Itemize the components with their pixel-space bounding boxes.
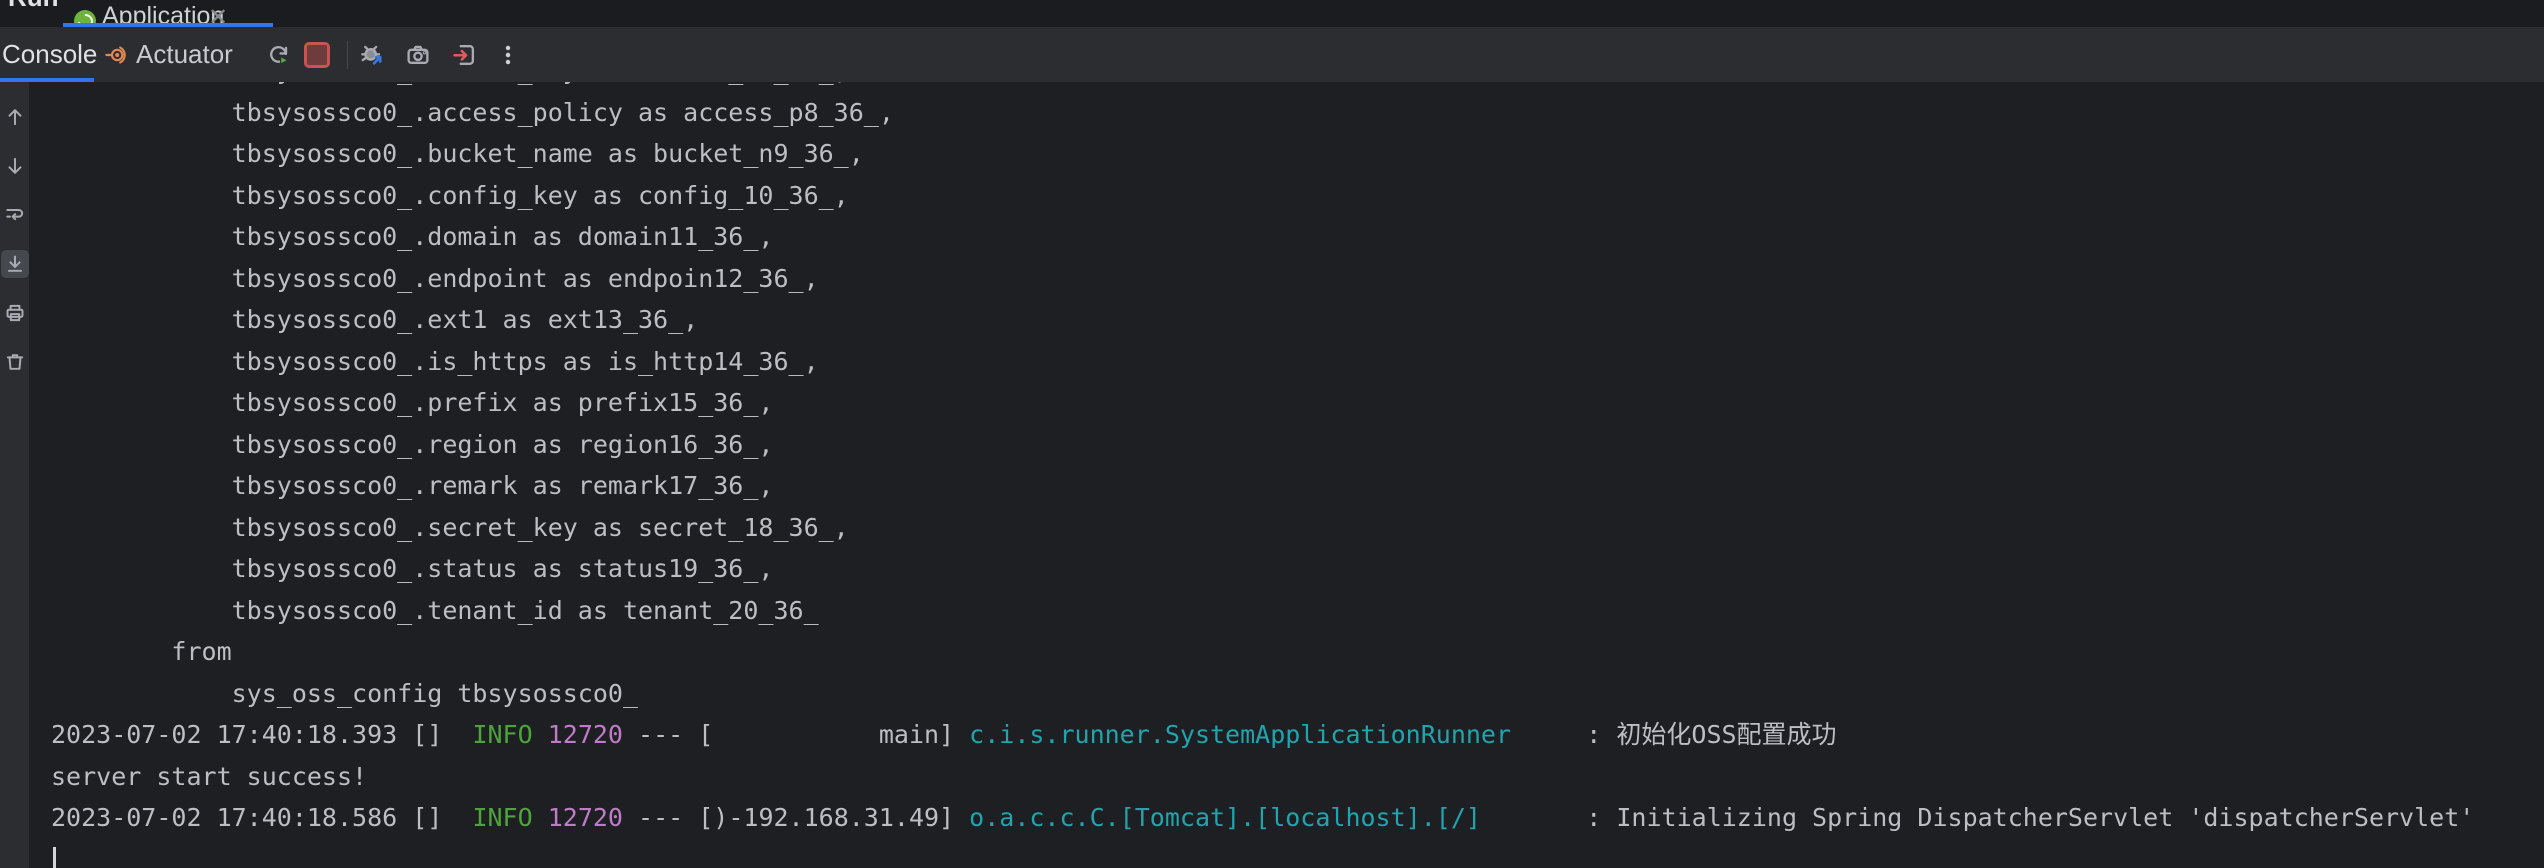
- more-options-icon: [495, 42, 521, 68]
- console-line: sys_oss_config tbsysossco0_: [51, 673, 2544, 715]
- rerun-icon: [266, 42, 292, 68]
- console-line: server start success!: [51, 756, 2544, 798]
- clear-all-icon: [4, 351, 26, 373]
- clear-all-button[interactable]: [1, 348, 29, 376]
- console-line: tbsysossco0_.remark as remark17_36_,: [51, 465, 2544, 507]
- console-line: tbsysossco0_.bucket_name as bucket_n9_36…: [51, 133, 2544, 175]
- rerun-button[interactable]: [263, 39, 295, 71]
- console-line: tbsysossco0_.access_key as access_k7_36_…: [51, 82, 2544, 92]
- scroll-to-end-icon: [4, 253, 26, 275]
- run-tab-application[interactable]: Application ✕: [60, 0, 272, 23]
- exit-icon: [451, 42, 477, 68]
- console-line: from: [51, 631, 2544, 673]
- console-line: tbsysossco0_.config_key as config_10_36_…: [51, 175, 2544, 217]
- console-line: 2023-07-02 17:40:18.393 [] INFO 12720 --…: [51, 714, 2544, 756]
- run-toolwindow-tabbar: Run Application ✕: [0, 0, 2544, 27]
- soft-wrap-button[interactable]: [1, 201, 29, 229]
- exit-button[interactable]: [448, 39, 480, 71]
- console-line: [51, 839, 2544, 868]
- toolbar-separator: [347, 41, 348, 69]
- console-line: tbsysossco0_.tenant_id as tenant_20_36_: [51, 590, 2544, 632]
- tab-console-label: Console: [0, 39, 97, 70]
- console-toolbar: Console Actuator: [0, 27, 2544, 82]
- stop-icon: [304, 42, 330, 68]
- console-line: tbsysossco0_.prefix as prefix15_36_,: [51, 382, 2544, 424]
- console-line: tbsysossco0_.status as status19_36_,: [51, 548, 2544, 590]
- thread-dump-button[interactable]: [402, 39, 434, 71]
- console-line: tbsysossco0_.access_policy as access_p8_…: [51, 92, 2544, 134]
- attach-debugger-icon: [359, 42, 385, 68]
- text-cursor: [53, 847, 56, 868]
- console-line: tbsysossco0_.is_https as is_http14_36_,: [51, 341, 2544, 383]
- actuator-icon: [104, 43, 128, 67]
- arrow-down-icon: [4, 155, 26, 177]
- console-line: tbsysossco0_.domain as domain11_36_,: [51, 216, 2544, 258]
- soft-wrap-icon: [4, 204, 26, 226]
- tab-actuator[interactable]: Actuator: [104, 27, 233, 82]
- console-line: tbsysossco0_.ext1 as ext13_36_,: [51, 299, 2544, 341]
- arrow-up-icon: [4, 106, 26, 128]
- print-button[interactable]: [1, 299, 29, 327]
- console-left-toolbar: [0, 82, 29, 868]
- console-line: tbsysossco0_.region as region16_36_,: [51, 424, 2544, 466]
- tab-console[interactable]: Console: [0, 27, 94, 82]
- console-content: tbsysossco0_.access_key as access_k7_36_…: [29, 82, 2544, 868]
- stop-button[interactable]: [301, 39, 333, 71]
- console-output[interactable]: tbsysossco0_.access_key as access_k7_36_…: [29, 82, 2544, 868]
- more-options-button[interactable]: [492, 39, 524, 71]
- down-stack-trace-button[interactable]: [1, 152, 29, 180]
- tab-actuator-label: Actuator: [136, 39, 233, 70]
- attach-debugger-button[interactable]: [356, 39, 388, 71]
- console-line: tbsysossco0_.endpoint as endpoin12_36_,: [51, 258, 2544, 300]
- console-line: 2023-07-02 17:40:18.586 [] INFO 12720 --…: [51, 797, 2544, 839]
- print-icon: [4, 302, 26, 324]
- thread-dump-icon: [405, 42, 431, 68]
- toolwindow-title: Run: [8, 0, 59, 10]
- scroll-to-end-button[interactable]: [1, 250, 29, 278]
- console-line: tbsysossco0_.secret_key as secret_18_36_…: [51, 507, 2544, 549]
- up-stack-trace-button[interactable]: [1, 103, 29, 131]
